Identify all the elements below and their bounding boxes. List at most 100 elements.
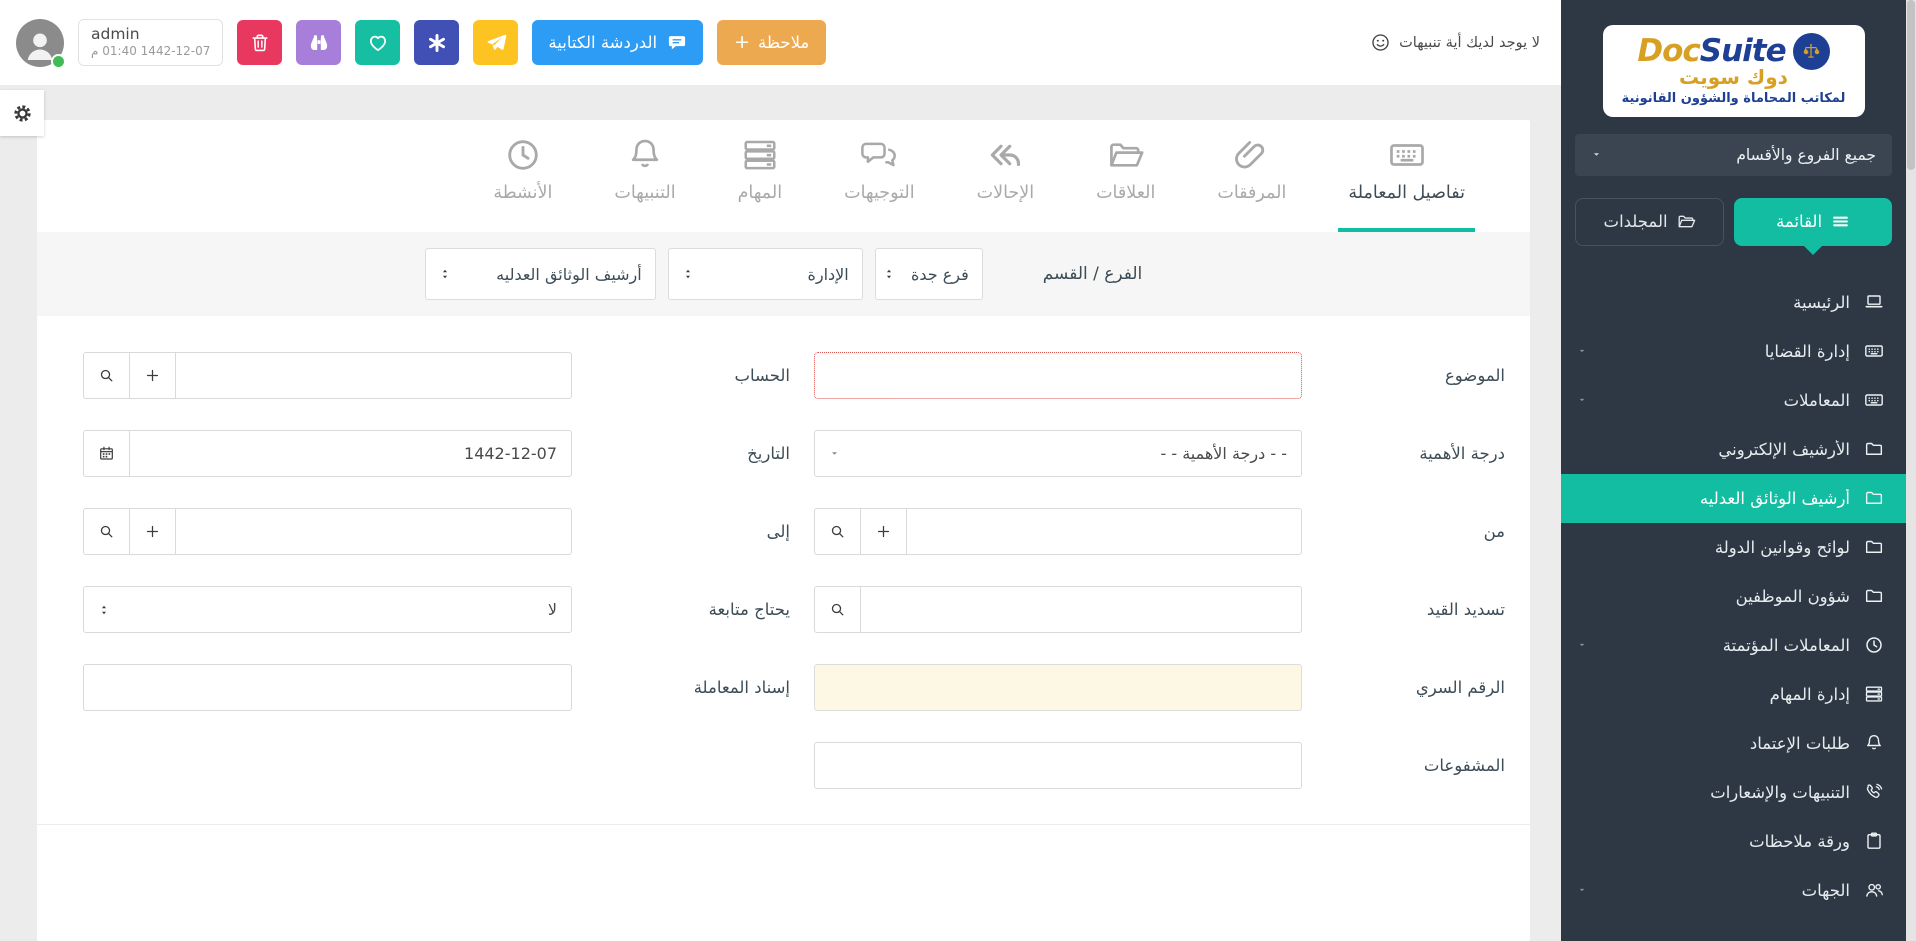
folder-open-icon xyxy=(1677,212,1696,231)
scales-icon xyxy=(1800,41,1822,63)
sidebar-item-label: الرئيسية xyxy=(1577,293,1850,312)
favorites-button[interactable] xyxy=(355,20,400,65)
sidebar-menu: الرئيسية إدارة القضاياالمعاملاتالأرشيف ال… xyxy=(1561,278,1906,915)
form-row: الموضوعالحساب xyxy=(83,352,1505,399)
sidebar-toggle-row: القائمة المجلدات xyxy=(1575,198,1892,246)
page-scrollbar[interactable] xyxy=(1906,0,1916,941)
user-avatar[interactable] xyxy=(16,19,64,67)
sidebar-item-judicial-documents-archive[interactable]: أرشيف الوثائق العدليه xyxy=(1561,474,1906,523)
section-filter-select[interactable]: أرشيف الوثائق العدليه xyxy=(425,248,656,300)
sidebar-item-home[interactable]: الرئيسية xyxy=(1561,278,1906,327)
date-input[interactable]: 1442-12-07 xyxy=(129,430,572,477)
tab-directives[interactable]: التوجيهات xyxy=(834,136,925,232)
tab-relations[interactable]: العلاقات xyxy=(1086,136,1165,232)
binoculars-button[interactable] xyxy=(296,20,341,65)
page: DocSuite دوك سويت لمكاتب المحاماة والشؤو… xyxy=(0,0,1916,941)
tab-label: المهام xyxy=(738,183,783,203)
account-input[interactable] xyxy=(175,352,572,399)
record-payment-input[interactable] xyxy=(860,586,1302,633)
to-input[interactable] xyxy=(175,508,572,555)
tab-attachments[interactable]: المرفقات xyxy=(1207,136,1296,232)
sidebar-item-employee-affairs[interactable]: شؤون الموظفين xyxy=(1561,572,1906,621)
menu-toggle-label: القائمة xyxy=(1776,212,1822,231)
branch-filter-select[interactable]: جميع الفروع والأقسام xyxy=(1575,134,1892,176)
tab-bar: تفاصيل المعاملة المرفقات العلاقات الإحالات ا… xyxy=(37,120,1530,232)
delete-button[interactable] xyxy=(237,20,282,65)
services-button[interactable] xyxy=(414,20,459,65)
sidebar-item-state-laws[interactable]: لوائح وقوانين الدولة xyxy=(1561,523,1906,572)
transaction-form: الموضوعالحسابدرجة الأهمية- - درجة الأهمي… xyxy=(37,316,1530,789)
app-logo: DocSuite دوك سويت لمكاتب المحاماة والشؤو… xyxy=(1603,25,1865,117)
enclosures-input[interactable] xyxy=(814,742,1302,789)
user-name: admin xyxy=(91,25,210,43)
form-row: تسديد القيديحتاج متابعةلا xyxy=(83,586,1505,633)
transaction-assignment-input[interactable] xyxy=(83,664,572,711)
heart-icon xyxy=(367,32,389,54)
sidebar-item-alerts-notifications[interactable]: التنبيهات والإشعارات xyxy=(1561,768,1906,817)
add-note-button[interactable]: ملاحظة + xyxy=(717,20,826,65)
sidebar: DocSuite دوك سويت لمكاتب المحاماة والشؤو… xyxy=(1561,0,1906,941)
sidebar-item-task-management[interactable]: إدارة المهام xyxy=(1561,670,1906,719)
sidebar-item-electronic-archive[interactable]: الأرشيف الإلكتروني xyxy=(1561,425,1906,474)
send-button[interactable] xyxy=(473,20,518,65)
to-search-button[interactable] xyxy=(83,508,130,555)
tab-activities[interactable]: الأنشطة xyxy=(483,136,562,232)
gear-icon xyxy=(12,103,33,124)
sidebar-item-label: ورقة ملاحظات xyxy=(1577,832,1850,851)
scrollbar-thumb[interactable] xyxy=(1907,0,1915,170)
date-calendar-button[interactable] xyxy=(83,430,130,477)
asterisk-icon xyxy=(426,32,448,54)
main-column: لا يوجد لديك أية تنبيهات admin 1442-12-0… xyxy=(0,0,1561,941)
topbar: لا يوجد لديك أية تنبيهات admin 1442-12-0… xyxy=(0,0,1561,85)
save-options xyxy=(37,824,1530,853)
menu-toggle-button[interactable]: القائمة xyxy=(1734,198,1892,246)
from-label: من xyxy=(1302,522,1505,541)
tab-alerts[interactable]: التنبيهات xyxy=(604,136,685,232)
account-plus-button[interactable] xyxy=(129,352,176,399)
tab-label: تفاصيل المعاملة xyxy=(1348,183,1465,203)
from-input[interactable] xyxy=(906,508,1302,555)
branch-filter-select[interactable]: فرع جدة xyxy=(875,248,983,300)
subject-input[interactable] xyxy=(814,352,1302,399)
to-plus-button[interactable] xyxy=(129,508,176,555)
sidebar-item-approval-requests[interactable]: طلبات الإعتماد xyxy=(1561,719,1906,768)
tab-tasks[interactable]: المهام xyxy=(728,136,793,232)
sidebar-item-notes-paper[interactable]: ورقة ملاحظات xyxy=(1561,817,1906,866)
sidebar-item-transactions[interactable]: المعاملات xyxy=(1561,376,1906,425)
importance-select[interactable]: - - درجة الأهمية - - xyxy=(814,430,1302,477)
sidebar-item-label: المعاملات المؤتمتة xyxy=(1601,636,1850,655)
search-icon xyxy=(829,601,846,618)
folder-icon xyxy=(1864,488,1884,508)
user-card[interactable]: admin 1442-12-07 01:40 م xyxy=(78,19,223,66)
keyboard-icon xyxy=(1388,136,1426,174)
tab-transaction-details[interactable]: تفاصيل المعاملة xyxy=(1338,136,1475,232)
settings-flyout-tab[interactable] xyxy=(0,90,44,136)
from-search-button[interactable] xyxy=(814,508,861,555)
secret-number-input[interactable] xyxy=(814,664,1302,711)
from-plus-button[interactable] xyxy=(860,508,907,555)
folders-toggle-label: المجلدات xyxy=(1604,212,1668,231)
department-filter-select[interactable]: الإدارة xyxy=(668,248,863,300)
account-search-button[interactable] xyxy=(83,352,130,399)
trash-icon xyxy=(249,32,271,54)
to-label: إلى xyxy=(572,522,814,541)
tab-referrals[interactable]: الإحالات xyxy=(967,136,1044,232)
to-input-group xyxy=(83,508,572,555)
brand-name: DocSuite xyxy=(1637,36,1785,67)
needs-followup-select[interactable]: لا xyxy=(83,586,572,633)
folders-toggle-button[interactable]: المجلدات xyxy=(1575,198,1724,246)
menu-icon xyxy=(1831,212,1850,231)
users-icon xyxy=(1864,880,1884,900)
folder-icon xyxy=(1864,439,1884,459)
sidebar-item-automated-transactions[interactable]: المعاملات المؤتمتة xyxy=(1561,621,1906,670)
sidebar-item-entities[interactable]: الجهات xyxy=(1561,866,1906,915)
record-payment-search-button[interactable] xyxy=(814,586,861,633)
branch-filter-label: جميع الفروع والأقسام xyxy=(1736,146,1876,164)
sidebar-item-label: لوائح وقوانين الدولة xyxy=(1577,538,1850,557)
sidebar-item-case-management[interactable]: إدارة القضايا xyxy=(1561,327,1906,376)
bell-icon xyxy=(1864,733,1884,753)
date-label: التاريخ xyxy=(572,444,814,463)
needs-followup-value: لا xyxy=(548,600,557,619)
branch-filter-value: فرع جدة xyxy=(911,265,969,284)
text-chat-button[interactable]: الدردشة الكتابية xyxy=(532,20,703,65)
